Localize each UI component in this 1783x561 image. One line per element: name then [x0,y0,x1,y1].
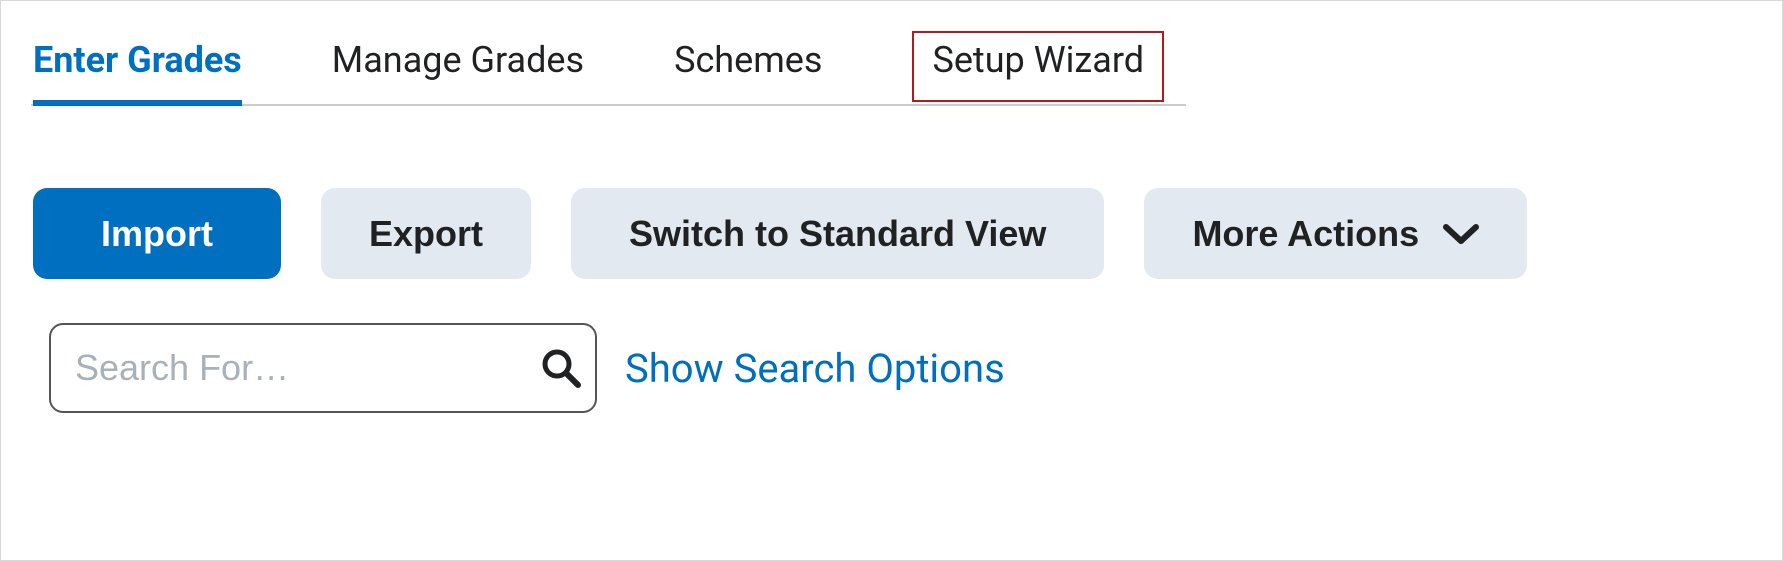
show-search-options-link[interactable]: Show Search Options [625,345,1005,392]
search-row: Show Search Options [31,323,1752,413]
chevron-down-icon [1443,223,1479,245]
tab-setup-wizard[interactable]: Setup Wizard [912,31,1164,102]
import-button[interactable]: Import [33,188,281,279]
search-input[interactable] [75,347,540,389]
switch-view-button[interactable]: Switch to Standard View [571,188,1104,279]
grades-panel: Enter Grades Manage Grades Schemes Setup… [0,0,1783,561]
tab-schemes[interactable]: Schemes [674,31,822,104]
tab-manage-grades[interactable]: Manage Grades [332,31,584,104]
search-box[interactable] [49,323,597,413]
more-actions-button[interactable]: More Actions [1144,188,1527,279]
more-actions-label: More Actions [1192,212,1419,255]
tabs-row: Enter Grades Manage Grades Schemes Setup… [31,31,1186,106]
tab-enter-grades[interactable]: Enter Grades [33,31,242,104]
search-icon[interactable] [540,347,582,389]
export-button[interactable]: Export [321,188,531,279]
actions-row: Import Export Switch to Standard View Mo… [31,188,1752,279]
